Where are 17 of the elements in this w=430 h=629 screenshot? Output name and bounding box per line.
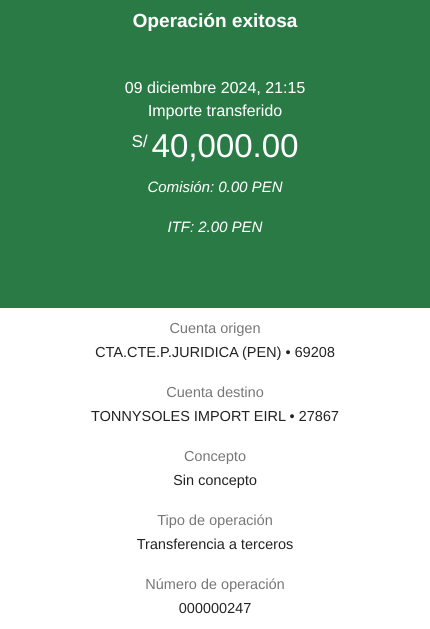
detail-value: TONNYSOLES IMPORT EIRL • 27867 (91, 408, 339, 427)
detail-value: Sin concepto (173, 472, 257, 491)
transfer-date: 09 diciembre 2024, 21:15 (124, 79, 306, 99)
detail-value: Transferencia a terceros (136, 536, 294, 555)
currency-symbol: S/ (132, 132, 148, 152)
detail-value: 000000247 (178, 600, 252, 619)
detail-label: Número de operación (145, 576, 285, 595)
detail-label: Cuenta origen (169, 320, 261, 339)
amount-value: 40,000.00 (152, 126, 298, 166)
detail-label: Concepto (184, 448, 246, 467)
detail-label: Tipo de operación (157, 512, 273, 531)
amount-label: Importe transferido (148, 102, 282, 122)
detail-label: Cuenta destino (166, 384, 264, 403)
itf-text: ITF: 2.00 PEN (167, 218, 263, 238)
detail-value: CTA.CTE.P.JURIDICA (PEN) • 69208 (95, 344, 335, 363)
commission-text: Comisión: 0.00 PEN (147, 178, 283, 198)
screen-title: Operación exitosa (132, 10, 298, 34)
